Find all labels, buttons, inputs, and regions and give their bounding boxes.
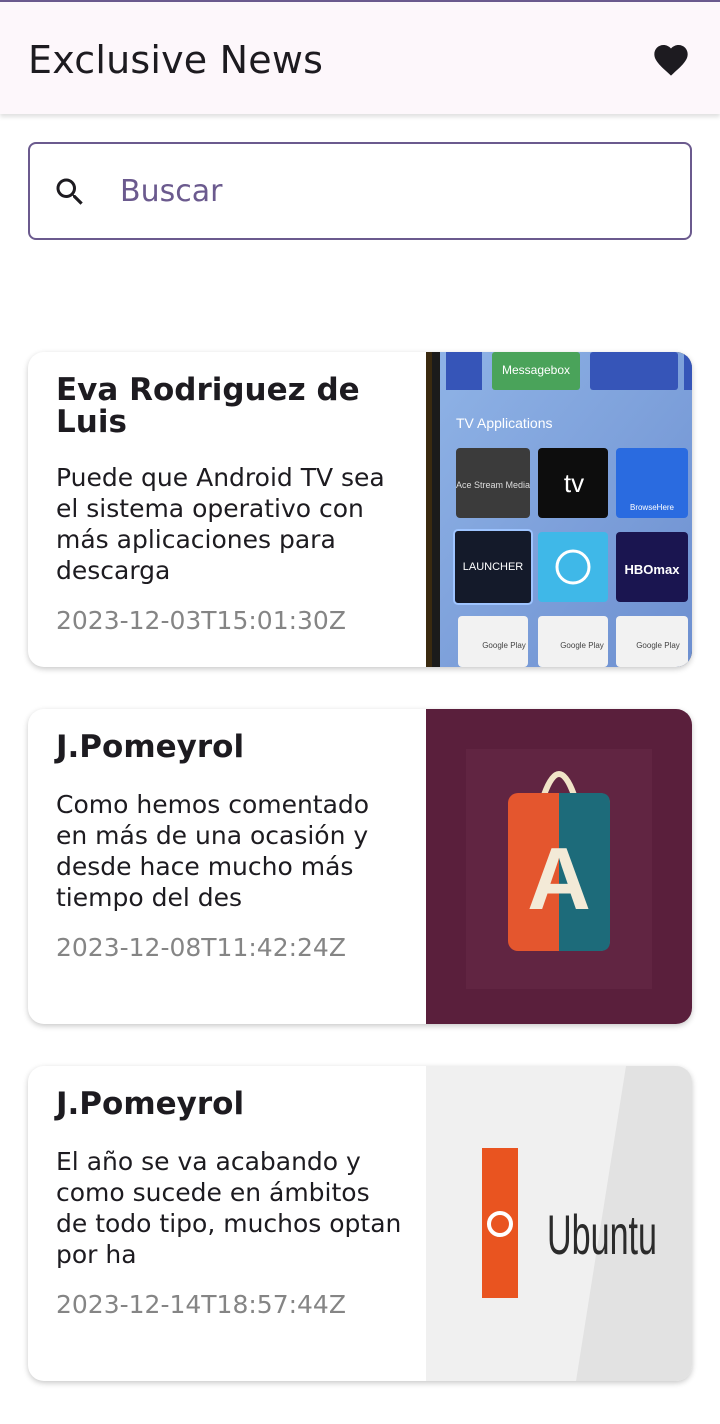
svg-text:LAUNCHER: LAUNCHER [463,561,524,573]
article-description: Puede que Android TV sea el sistema oper… [56,463,385,585]
svg-text:Google Play: Google Play [560,641,604,650]
svg-text:BrowseHere: BrowseHere [630,503,675,512]
image-logo-text: Ubuntu [547,1203,657,1266]
article-thumbnail: Messagebox TV Applications Ace Stream Me… [426,352,692,667]
article-author: J.Pomeyrol [56,1086,245,1122]
article-date: 2023-12-03T15:01:30Z [56,606,346,635]
article-date: 2023-12-14T18:57:44Z [56,1290,346,1319]
article-author: Eva Rodriguez de Luis [56,372,360,440]
svg-text:Google Play: Google Play [636,641,680,650]
article-author: J.Pomeyrol [56,729,245,765]
svg-text:Ace Stream Media: Ace Stream Media [456,480,530,490]
search-icon [56,178,83,205]
news-card[interactable]: J.Pomeyrol Como hemos comentado en más d… [28,709,692,1024]
article-thumbnail: Ubuntu [426,1066,692,1381]
svg-text:tv: tv [564,468,584,498]
svg-text:Google Play: Google Play [482,641,526,650]
article-description: El año se va acabando y como sucede en á… [56,1147,402,1269]
news-card[interactable]: Eva Rodriguez de Luis Puede que Android … [28,352,692,667]
news-card[interactable]: J.Pomeyrol El año se va acabando y como … [28,1066,692,1381]
app-bar: Exclusive News [0,2,720,114]
image-logo-letter: A [527,829,591,928]
svg-text:HBOmax: HBOmax [625,562,681,577]
article-description: Como hemos comentado en más de una ocasi… [56,790,370,912]
article-thumbnail: A [426,709,692,1024]
app-title: Exclusive News [28,38,324,82]
search-field[interactable]: Buscar [28,142,692,240]
tv-section-title: TV Applications [456,415,553,431]
heart-icon[interactable] [650,40,692,80]
search-placeholder: Buscar [120,174,223,209]
tile-messagebox: Messagebox [502,363,570,377]
article-date: 2023-12-08T11:42:24Z [56,933,346,962]
